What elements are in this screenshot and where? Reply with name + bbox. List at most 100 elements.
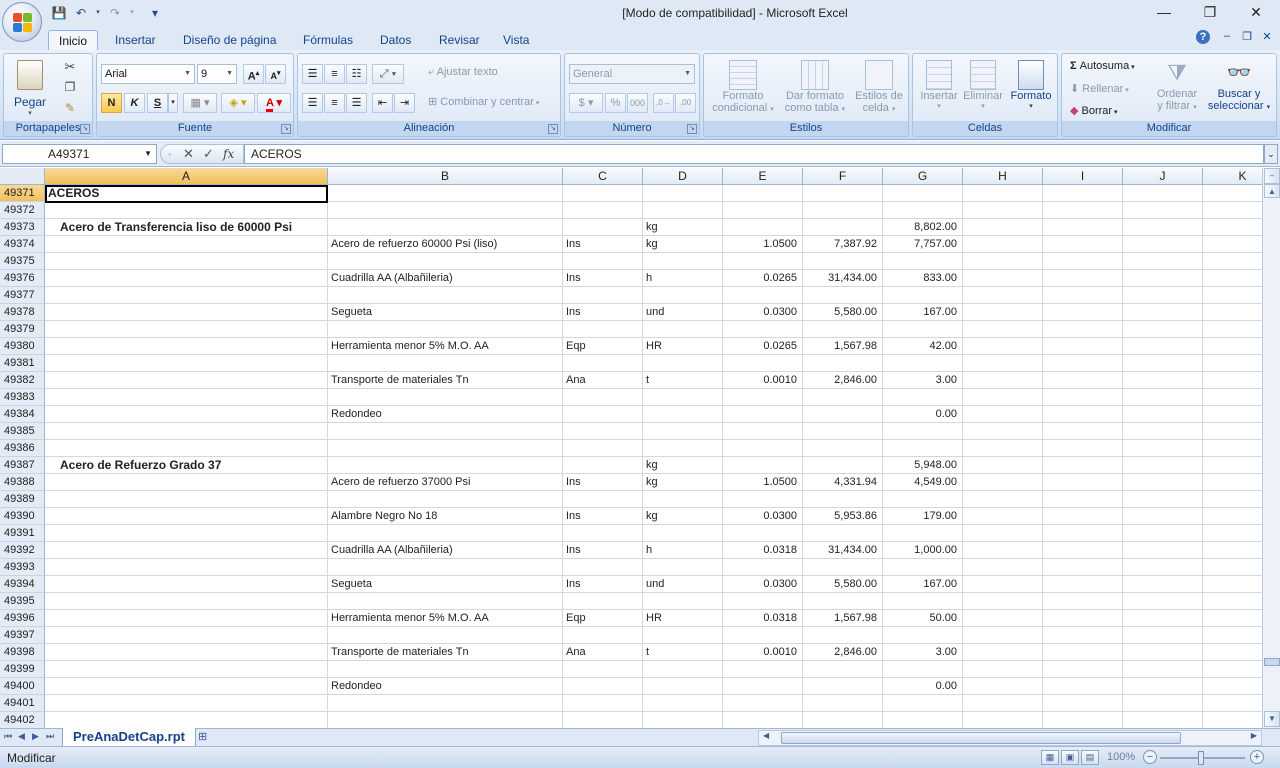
percent-button[interactable]: % bbox=[605, 93, 626, 113]
cut-icon[interactable]: ✂ bbox=[62, 59, 78, 75]
cell-i[interactable] bbox=[1043, 423, 1123, 440]
cell-k[interactable] bbox=[1203, 695, 1262, 712]
formula-input[interactable]: ACEROS bbox=[244, 144, 1264, 164]
cell-e[interactable] bbox=[723, 287, 803, 304]
cell-h[interactable] bbox=[963, 576, 1043, 593]
cell-f[interactable] bbox=[803, 355, 883, 372]
cell-f[interactable] bbox=[803, 219, 883, 236]
cell-i[interactable] bbox=[1043, 627, 1123, 644]
cell-e[interactable] bbox=[723, 457, 803, 474]
cell-a[interactable] bbox=[45, 712, 328, 728]
cell-i[interactable] bbox=[1043, 559, 1123, 576]
cell-d[interactable] bbox=[643, 695, 723, 712]
tab-revisar[interactable]: Revisar bbox=[439, 30, 480, 50]
cell-a[interactable] bbox=[45, 304, 328, 321]
cell-e[interactable]: 0.0300 bbox=[723, 304, 803, 321]
cell-i[interactable] bbox=[1043, 678, 1123, 695]
cell-c[interactable] bbox=[563, 202, 643, 219]
insert-sheet-icon[interactable]: ⊞ bbox=[198, 730, 218, 746]
cell-h[interactable] bbox=[963, 525, 1043, 542]
ribbon-minimize-icon[interactable]: – bbox=[1218, 30, 1236, 46]
row-header[interactable]: 49381 bbox=[0, 355, 45, 372]
row-header[interactable]: 49383 bbox=[0, 389, 45, 406]
cell-d[interactable] bbox=[643, 423, 723, 440]
row-header[interactable]: 49390 bbox=[0, 508, 45, 525]
cell-f[interactable] bbox=[803, 457, 883, 474]
cell-d[interactable]: HR bbox=[643, 338, 723, 355]
help-icon[interactable]: ? bbox=[1196, 30, 1210, 44]
cell-c[interactable]: Ins bbox=[563, 236, 643, 253]
row-header[interactable]: 49396 bbox=[0, 610, 45, 627]
cell-d[interactable] bbox=[643, 253, 723, 270]
cell-k[interactable] bbox=[1203, 270, 1262, 287]
cell-j[interactable] bbox=[1123, 372, 1203, 389]
cell-g[interactable] bbox=[883, 355, 963, 372]
cell-a[interactable] bbox=[45, 644, 328, 661]
cell-d[interactable] bbox=[643, 661, 723, 678]
cell-j[interactable] bbox=[1123, 644, 1203, 661]
cell-c[interactable] bbox=[563, 287, 643, 304]
font-launcher-icon[interactable]: ↘ bbox=[281, 124, 291, 134]
cell-j[interactable] bbox=[1123, 712, 1203, 728]
cell-h[interactable] bbox=[963, 236, 1043, 253]
column-header-i[interactable]: I bbox=[1043, 168, 1123, 185]
prev-sheet-icon[interactable]: ◀ bbox=[18, 731, 25, 742]
cell-j[interactable] bbox=[1123, 593, 1203, 610]
cell-b[interactable]: Acero de refuerzo 60000 Psi (liso) bbox=[328, 236, 563, 253]
next-sheet-icon[interactable]: ▶ bbox=[32, 731, 39, 742]
align-bottom-icon[interactable]: ☷ bbox=[346, 64, 367, 84]
cell-h[interactable] bbox=[963, 253, 1043, 270]
cell-e[interactable]: 0.0318 bbox=[723, 542, 803, 559]
cell-g[interactable] bbox=[883, 423, 963, 440]
cell-k[interactable] bbox=[1203, 474, 1262, 491]
cell-e[interactable] bbox=[723, 525, 803, 542]
clear-button[interactable]: ◆ Borrar ▾ bbox=[1070, 104, 1118, 117]
cell-h[interactable] bbox=[963, 559, 1043, 576]
cell-f[interactable] bbox=[803, 440, 883, 457]
cell-g[interactable] bbox=[883, 491, 963, 508]
cell-i[interactable] bbox=[1043, 338, 1123, 355]
cell-h[interactable] bbox=[963, 338, 1043, 355]
alignment-launcher-icon[interactable]: ↘ bbox=[548, 124, 558, 134]
cell-i[interactable] bbox=[1043, 287, 1123, 304]
column-header-j[interactable]: J bbox=[1123, 168, 1203, 185]
cell-a[interactable] bbox=[45, 508, 328, 525]
cell-e[interactable] bbox=[723, 389, 803, 406]
cell-b[interactable] bbox=[328, 559, 563, 576]
zoom-level[interactable]: 100% bbox=[1107, 751, 1135, 763]
row-header[interactable]: 49385 bbox=[0, 423, 45, 440]
cell-h[interactable] bbox=[963, 678, 1043, 695]
number-format-select[interactable]: General ▼ bbox=[569, 64, 695, 84]
row-header[interactable]: 49400 bbox=[0, 678, 45, 695]
ribbon-restore-icon[interactable]: ❐ bbox=[1238, 30, 1256, 46]
restore-button[interactable]: ❐ bbox=[1187, 0, 1233, 26]
increase-indent-icon[interactable]: ⇥ bbox=[394, 93, 415, 113]
row-header[interactable]: 49388 bbox=[0, 474, 45, 491]
cell-c[interactable]: Ins bbox=[563, 576, 643, 593]
autosum-button[interactable]: Σ Autosuma ▾ bbox=[1070, 60, 1135, 72]
cell-c[interactable] bbox=[563, 695, 643, 712]
row-header[interactable]: 49393 bbox=[0, 559, 45, 576]
cell-a[interactable] bbox=[45, 321, 328, 338]
cell-i[interactable] bbox=[1043, 491, 1123, 508]
zoom-out-icon[interactable]: − bbox=[1143, 750, 1157, 764]
cell-c[interactable]: Eqp bbox=[563, 338, 643, 355]
merge-center-button[interactable]: ⊞ Combinar y centrar ▾ bbox=[428, 95, 539, 108]
cell-d[interactable] bbox=[643, 321, 723, 338]
cell-c[interactable]: Eqp bbox=[563, 610, 643, 627]
cell-j[interactable] bbox=[1123, 457, 1203, 474]
cell-h[interactable] bbox=[963, 185, 1043, 202]
cell-f[interactable]: 1,567.98 bbox=[803, 338, 883, 355]
expand-formula-bar-icon[interactable]: ⌄ bbox=[1264, 144, 1278, 164]
cell-i[interactable] bbox=[1043, 525, 1123, 542]
cell-h[interactable] bbox=[963, 610, 1043, 627]
cell-g[interactable]: 8,802.00 bbox=[883, 219, 963, 236]
cell-i[interactable] bbox=[1043, 236, 1123, 253]
cell-b[interactable]: Transporte de materiales Tn bbox=[328, 644, 563, 661]
cell-e[interactable]: 1.0500 bbox=[723, 474, 803, 491]
cell-k[interactable] bbox=[1203, 627, 1262, 644]
cell-g[interactable] bbox=[883, 559, 963, 576]
cell-c[interactable] bbox=[563, 593, 643, 610]
cell-a[interactable] bbox=[45, 270, 328, 287]
cell-f[interactable]: 1,567.98 bbox=[803, 610, 883, 627]
